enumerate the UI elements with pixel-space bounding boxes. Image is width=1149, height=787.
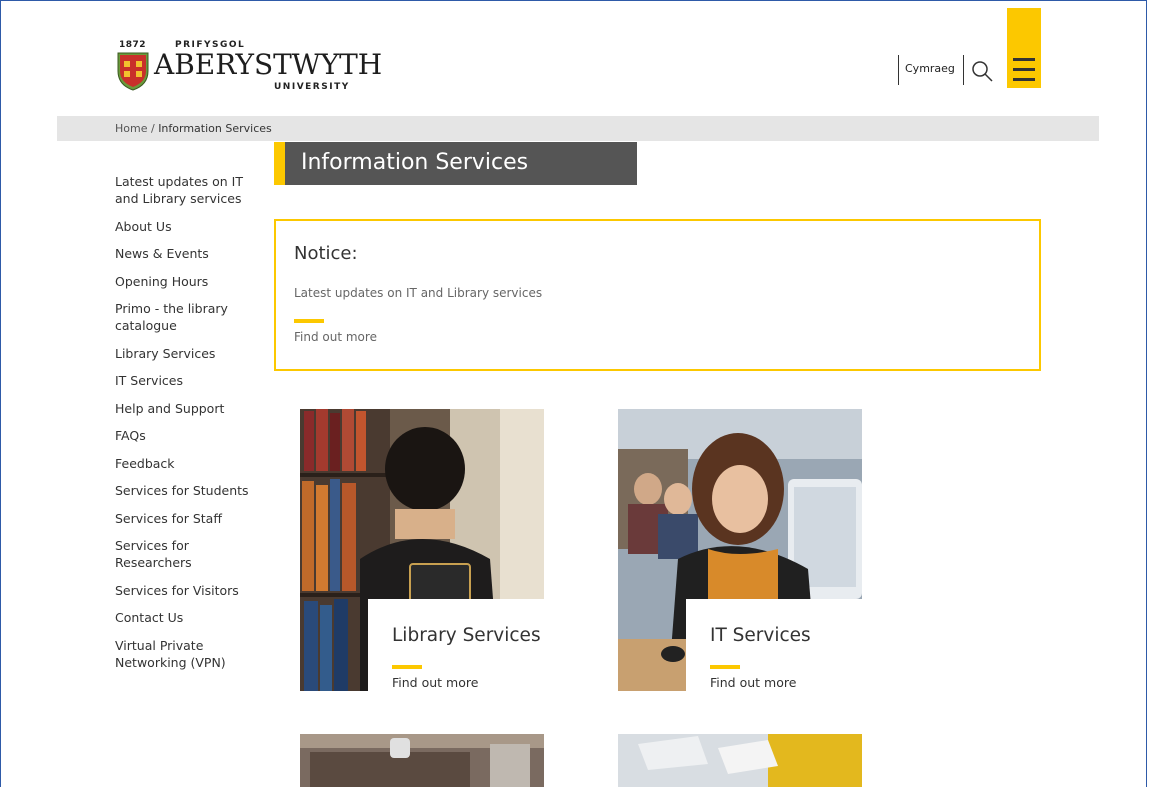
- sidebar-item-services-students[interactable]: Services for Students: [115, 482, 255, 499]
- card-accent-bar: [710, 665, 740, 669]
- language-switch-link[interactable]: Cymraeg: [905, 62, 955, 75]
- sidebar-item-faqs[interactable]: FAQs: [115, 427, 255, 444]
- crest-icon: [117, 52, 149, 91]
- browser-viewport: 1872 PRIFYSGOL ABERYSTWYTH UNIVERSITY Cy…: [0, 0, 1147, 787]
- logo-suffix: UNIVERSITY: [274, 82, 350, 92]
- sidebar-item-primo[interactable]: Primo - the library catalogue: [115, 300, 255, 334]
- breadcrumb-home-link[interactable]: Home: [115, 122, 147, 135]
- header-divider: [963, 55, 964, 85]
- breadcrumb-current: Information Services: [158, 122, 272, 135]
- sidebar-item-contact-us[interactable]: Contact Us: [115, 609, 255, 626]
- library-shelves-photo: [300, 734, 544, 787]
- hamburger-menu-icon: [1013, 78, 1035, 81]
- notice-find-out-more-link[interactable]: Find out more: [294, 330, 377, 344]
- hamburger-menu-icon: [1013, 58, 1035, 61]
- card-caption: Library Services Find out more: [368, 599, 544, 691]
- sidebar-item-help-support[interactable]: Help and Support: [115, 400, 255, 417]
- card-find-out-more-link[interactable]: Find out more: [710, 675, 796, 690]
- search-icon[interactable]: [971, 60, 993, 82]
- menu-button[interactable]: [1007, 8, 1041, 88]
- page-title-box: Information Services: [285, 142, 637, 185]
- card-title[interactable]: IT Services: [710, 625, 811, 646]
- sidebar-item-latest-updates[interactable]: Latest updates on IT and Library service…: [115, 173, 255, 207]
- sidebar-item-services-staff[interactable]: Services for Staff: [115, 510, 255, 527]
- notice-text: Latest updates on IT and Library service…: [294, 286, 543, 300]
- sidebar-nav: Latest updates on IT and Library service…: [115, 173, 255, 681]
- card-find-out-more-link[interactable]: Find out more: [392, 675, 478, 690]
- card-partial-2[interactable]: [618, 734, 862, 787]
- header-divider: [898, 55, 899, 85]
- sidebar-item-opening-hours[interactable]: Opening Hours: [115, 273, 255, 290]
- card-it-services[interactable]: IT Services Find out more: [618, 409, 862, 691]
- hamburger-menu-icon: [1013, 68, 1035, 71]
- breadcrumb: Home / Information Services: [57, 116, 1099, 141]
- logo-year: 1872: [119, 40, 147, 50]
- sidebar-item-feedback[interactable]: Feedback: [115, 455, 255, 472]
- card-title[interactable]: Library Services: [392, 625, 541, 646]
- breadcrumb-separator: /: [147, 122, 159, 135]
- sidebar-item-services-researchers[interactable]: Services for Researchers: [115, 537, 255, 571]
- card-caption: IT Services Find out more: [686, 599, 862, 691]
- university-logo[interactable]: 1872 PRIFYSGOL ABERYSTWYTH UNIVERSITY: [116, 39, 382, 95]
- card-library-services[interactable]: Library Services Find out more: [300, 409, 544, 691]
- logo-name: ABERYSTWYTH: [154, 48, 383, 81]
- study-space-photo: [618, 734, 862, 787]
- notice-accent-bar: [294, 319, 324, 323]
- page-title: Information Services: [301, 150, 529, 175]
- sidebar-item-services-visitors[interactable]: Services for Visitors: [115, 582, 255, 599]
- sidebar-item-it-services[interactable]: IT Services: [115, 372, 255, 389]
- sidebar-item-news-events[interactable]: News & Events: [115, 245, 255, 262]
- card-partial-1[interactable]: [300, 734, 544, 787]
- title-accent-bar: [274, 142, 285, 185]
- notice-box: Notice: Latest updates on IT and Library…: [274, 219, 1041, 371]
- sidebar-item-vpn[interactable]: Virtual Private Networking (VPN): [115, 637, 255, 671]
- notice-heading: Notice:: [294, 243, 358, 264]
- card-accent-bar: [392, 665, 422, 669]
- sidebar-item-about-us[interactable]: About Us: [115, 218, 255, 235]
- sidebar-item-library-services[interactable]: Library Services: [115, 345, 255, 362]
